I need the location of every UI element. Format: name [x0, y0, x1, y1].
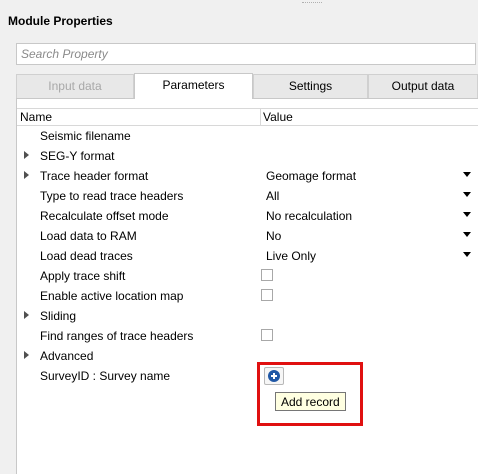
property-name: SEG-Y format: [40, 149, 115, 163]
property-row[interactable]: Trace header format Geomage format: [17, 166, 478, 186]
property-row[interactable]: SEG-Y format: [17, 146, 478, 166]
column-divider[interactable]: [260, 109, 261, 125]
property-name: Seismic filename: [40, 129, 131, 143]
property-checkbox[interactable]: [261, 269, 273, 281]
property-name: Sliding: [40, 309, 77, 323]
property-row[interactable]: Recalculate offset mode No recalculation: [17, 206, 478, 226]
dropdown-arrow-icon[interactable]: [463, 172, 471, 177]
property-value[interactable]: All: [266, 189, 279, 203]
property-checkbox[interactable]: [261, 329, 273, 341]
column-header-value[interactable]: Value: [263, 110, 293, 124]
tab-parameters[interactable]: Parameters: [134, 73, 253, 99]
property-row[interactable]: Seismic filename: [17, 126, 478, 146]
expand-arrow-icon[interactable]: [24, 311, 29, 319]
expand-arrow-icon[interactable]: [24, 151, 29, 159]
property-row[interactable]: Type to read trace headers All: [17, 186, 478, 206]
property-name: Type to read trace headers: [40, 189, 184, 203]
property-checkbox[interactable]: [261, 289, 273, 301]
highlight-box: [257, 362, 363, 426]
property-row[interactable]: SurveyID : Survey name: [17, 366, 478, 386]
property-row[interactable]: Advanced: [17, 346, 478, 366]
property-name: Find ranges of trace headers: [40, 329, 194, 343]
property-name: Enable active location map: [40, 289, 184, 303]
property-name: Load data to RAM: [40, 229, 137, 243]
expand-arrow-icon[interactable]: [24, 351, 29, 359]
property-row[interactable]: Apply trace shift: [17, 266, 478, 286]
property-name: Recalculate offset mode: [40, 209, 169, 223]
property-grid: Name Value Seismic filename SEG-Y format T…: [16, 98, 478, 474]
property-value[interactable]: Live Only: [266, 249, 316, 263]
dropdown-arrow-icon[interactable]: [463, 212, 471, 217]
tab-output-data[interactable]: Output data: [368, 74, 478, 98]
grid-header: Name Value: [17, 108, 478, 126]
property-row[interactable]: Load data to RAM No: [17, 226, 478, 246]
tab-settings[interactable]: Settings: [253, 74, 368, 98]
property-value[interactable]: No: [266, 229, 281, 243]
search-input[interactable]: Search Property: [16, 43, 476, 65]
property-row[interactable]: Enable active location map: [17, 286, 478, 306]
property-row[interactable]: Sliding: [17, 306, 478, 326]
property-name: SurveyID : Survey name: [40, 369, 171, 383]
property-row[interactable]: Find ranges of trace headers: [17, 326, 478, 346]
property-name: Trace header format: [40, 169, 149, 183]
dropdown-arrow-icon[interactable]: [463, 232, 471, 237]
column-header-name[interactable]: Name: [20, 110, 52, 124]
window-grip[interactable]: [302, 2, 322, 6]
property-name: Apply trace shift: [40, 269, 126, 283]
tab-input-data: Input data: [16, 74, 134, 98]
expand-arrow-icon[interactable]: [24, 171, 29, 179]
tab-bar: Input data Parameters Settings Output da…: [16, 73, 478, 99]
property-value[interactable]: No recalculation: [266, 209, 352, 223]
property-value[interactable]: Geomage format: [266, 169, 356, 183]
property-name: Load dead traces: [40, 249, 133, 263]
property-name: Advanced: [40, 349, 94, 363]
property-row[interactable]: Load dead traces Live Only: [17, 246, 478, 266]
dropdown-arrow-icon[interactable]: [463, 192, 471, 197]
dropdown-arrow-icon[interactable]: [463, 252, 471, 257]
window-title: Module Properties: [8, 14, 113, 28]
